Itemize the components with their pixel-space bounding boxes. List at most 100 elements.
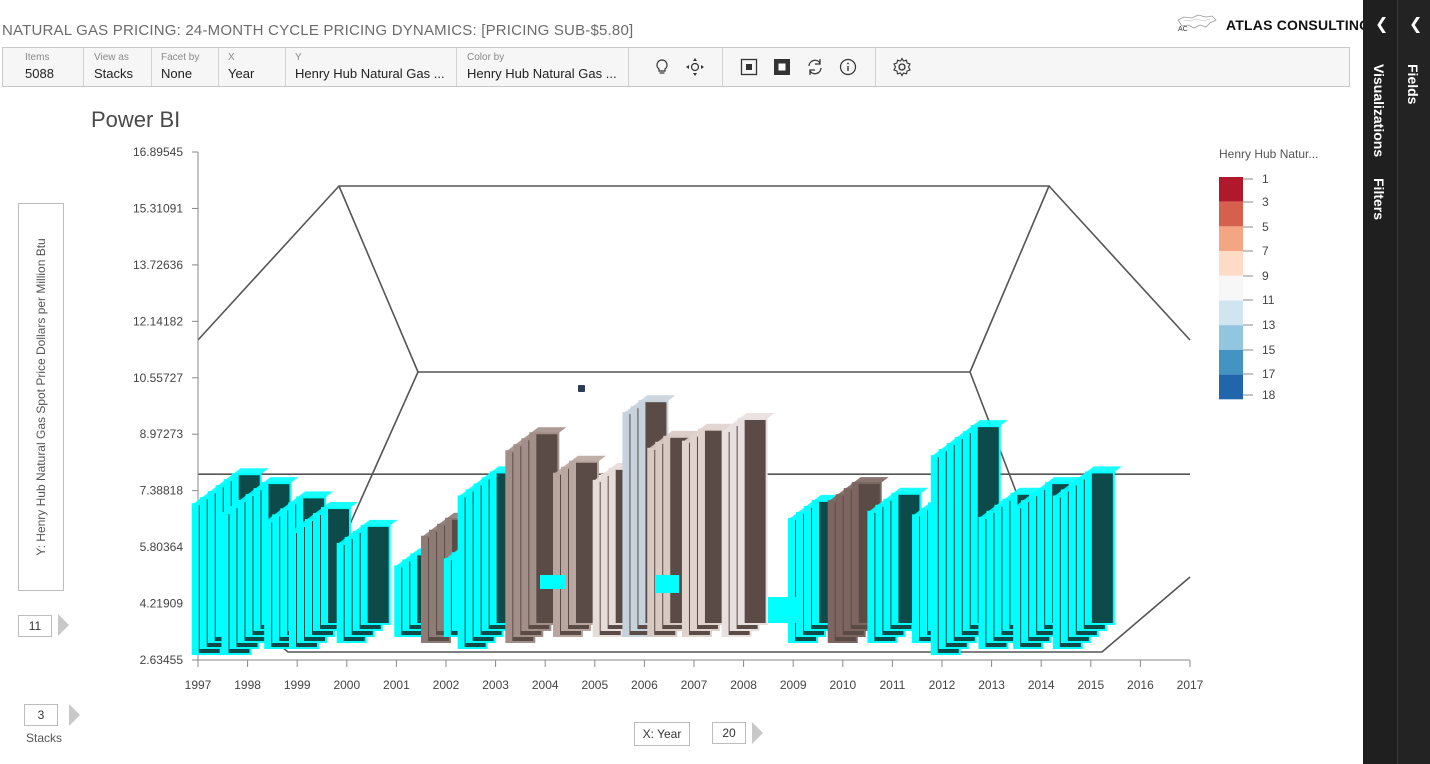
stack-column-face — [230, 507, 237, 648]
x-axis-title-button[interactable]: X: Year — [634, 722, 690, 746]
tab-fields[interactable]: Fields — [1405, 64, 1421, 104]
legend-swatch — [1219, 325, 1243, 350]
legend-label: 15 — [1262, 343, 1276, 357]
stack-column-face — [482, 478, 489, 630]
stack-column-face — [639, 401, 646, 624]
stack-column-top — [852, 477, 889, 484]
stack-column-face — [722, 431, 729, 636]
x-tick-label: 2005 — [581, 678, 608, 692]
legend-label: 9 — [1262, 269, 1269, 283]
x-bins-next-arrow-icon[interactable] — [752, 722, 763, 744]
stack-column-face — [828, 501, 835, 642]
x-tick-label: 2009 — [780, 678, 807, 692]
stack-column-face — [813, 500, 820, 624]
stack-fragment — [540, 575, 566, 589]
stack-column-face — [1061, 490, 1068, 642]
stack-column-face — [730, 425, 737, 630]
stack-column — [1084, 466, 1122, 625]
chart-bars — [191, 385, 1122, 656]
y-axis: 16.89545 15.31091 13.72636 12.14182 10.55727… — [133, 145, 199, 667]
y-tick-label: 4.21909 — [140, 597, 184, 611]
stack-column-face — [192, 504, 199, 654]
stack-column-top — [262, 477, 299, 484]
stack-column-face — [562, 467, 568, 630]
outlier-point — [578, 385, 585, 392]
x-tick-label: 2015 — [1077, 678, 1104, 692]
stack-column-top — [570, 455, 606, 462]
legend-label: 3 — [1262, 195, 1269, 209]
stack-column-face — [1003, 499, 1010, 630]
stack-column-face — [1046, 483, 1053, 624]
collapse-fields-chevron-icon[interactable]: ❮ — [1409, 14, 1422, 34]
legend-label: 1 — [1262, 172, 1269, 186]
stack-column-face — [554, 473, 560, 636]
x-bins-input[interactable]: 20 — [712, 722, 746, 744]
stack-column-face — [298, 526, 304, 642]
stack-column-top — [971, 420, 1008, 427]
stack-column-face — [403, 560, 410, 630]
stack-column-face — [466, 490, 473, 642]
x-tick-label: 2008 — [730, 678, 757, 692]
y-tick-label: 16.89545 — [133, 145, 183, 159]
stack-column-face — [913, 515, 920, 642]
y-tick-label: 12.14182 — [133, 314, 183, 328]
stack-column-face — [623, 413, 630, 636]
stack-column-face — [738, 419, 745, 624]
stacks-label: Stacks — [26, 731, 63, 745]
stack-column-face — [246, 495, 253, 636]
y-tick-label: 13.72636 — [133, 258, 183, 272]
stack-column-top — [297, 491, 334, 498]
stack-column-face — [921, 509, 928, 636]
legend-swatch — [1219, 226, 1243, 252]
y-tick-label: 8.97273 — [140, 427, 184, 441]
stack-column-face — [963, 432, 970, 630]
legend-label: 11 — [1262, 293, 1275, 307]
stack-column-top — [232, 468, 269, 475]
legend-label: 7 — [1262, 244, 1269, 258]
legend-label: 18 — [1262, 388, 1276, 402]
stack-column-face — [208, 492, 215, 642]
stack-column-face — [690, 435, 697, 630]
stack-column-face — [892, 493, 899, 624]
stack-column-face — [852, 483, 859, 624]
x-tick-label: 2011 — [879, 678, 905, 692]
stack-column-face — [306, 520, 312, 636]
stack-column-face — [1069, 484, 1076, 636]
stack-column-top — [738, 413, 775, 420]
stack-column-face — [1030, 495, 1037, 636]
stack-column-face — [876, 505, 883, 636]
stack-column-face — [265, 521, 272, 648]
stacks-count-input[interactable]: 3 — [24, 704, 58, 726]
x-tick-label: 2002 — [433, 678, 460, 692]
stack-column-face — [1085, 472, 1092, 624]
stack-column-face — [345, 537, 352, 636]
stack-column-face — [290, 532, 296, 648]
legend-swatch — [1219, 177, 1243, 202]
legend-swatch — [1219, 374, 1243, 400]
stack-column-face — [411, 554, 418, 624]
chart-canvas[interactable]: 16.89545 15.31091 13.72636 12.14182 10.55727… — [0, 0, 1362, 704]
x-axis: 1997 1998 1999 2000 2001 2002 2003 2004 2005 2006… — [185, 659, 1204, 692]
stack-fragment — [768, 597, 798, 623]
stack-column — [360, 519, 398, 626]
x-tick-label: 2004 — [532, 678, 559, 692]
tab-visualizations[interactable]: Visualizations — [1371, 64, 1387, 157]
stack-column-face — [1053, 496, 1060, 648]
stack-column-top — [1085, 466, 1122, 473]
stack-column — [737, 413, 775, 625]
stack-column-face — [530, 433, 537, 624]
x-tick-label: 2012 — [929, 678, 956, 692]
stack-column-face — [322, 508, 328, 624]
tab-filters[interactable]: Filters — [1371, 178, 1387, 220]
stack-column-face — [979, 517, 986, 648]
stack-column-face — [631, 407, 638, 630]
y-tick-label: 5.80364 — [140, 540, 184, 554]
stack-column-top — [892, 487, 929, 494]
x-tick-label: 2017 — [1177, 678, 1204, 692]
collapse-visualizations-chevron-icon[interactable]: ❮ — [1375, 14, 1388, 34]
stack-column-face — [474, 484, 481, 636]
stack-column-face — [570, 461, 576, 624]
x-tick-label: 2016 — [1127, 678, 1154, 692]
stacks-next-arrow-icon[interactable] — [69, 704, 80, 726]
x-tick-label: 2013 — [978, 678, 1005, 692]
